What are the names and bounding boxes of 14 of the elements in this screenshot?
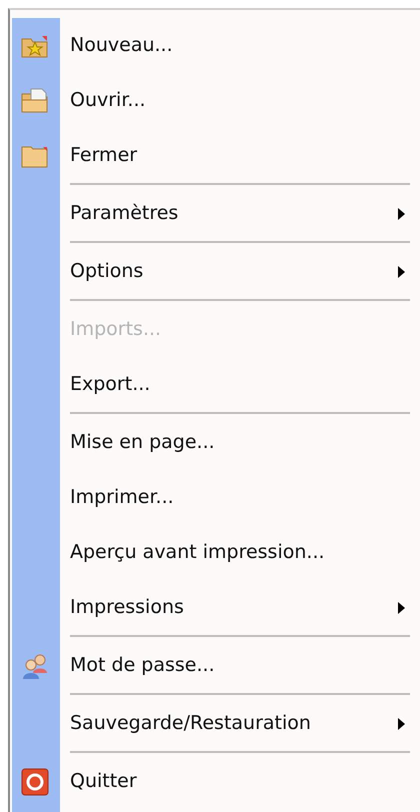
menu-item[interactable]: Imprimer... (70, 483, 174, 512)
menu-item[interactable]: Options (70, 257, 144, 286)
menu-item[interactable]: Mise en page... (70, 428, 215, 457)
menu-item[interactable]: Paramètres (70, 199, 178, 228)
menu-item[interactable]: Ouvrir... (70, 86, 146, 115)
menu-item[interactable]: Aperçu avant impression... (70, 538, 325, 567)
menu-item[interactable]: Impressions (70, 593, 184, 622)
menu-item[interactable]: Quitter (70, 767, 137, 796)
menu-item[interactable]: Fermer (70, 141, 138, 170)
power-icon (20, 766, 50, 796)
menu-item[interactable]: Sauvegarde/Restauration (70, 709, 311, 738)
menu-item[interactable]: Nouveau... (70, 31, 173, 60)
menu-item[interactable]: Mot de passe... (70, 651, 215, 680)
menu-item[interactable]: Export... (70, 370, 150, 399)
